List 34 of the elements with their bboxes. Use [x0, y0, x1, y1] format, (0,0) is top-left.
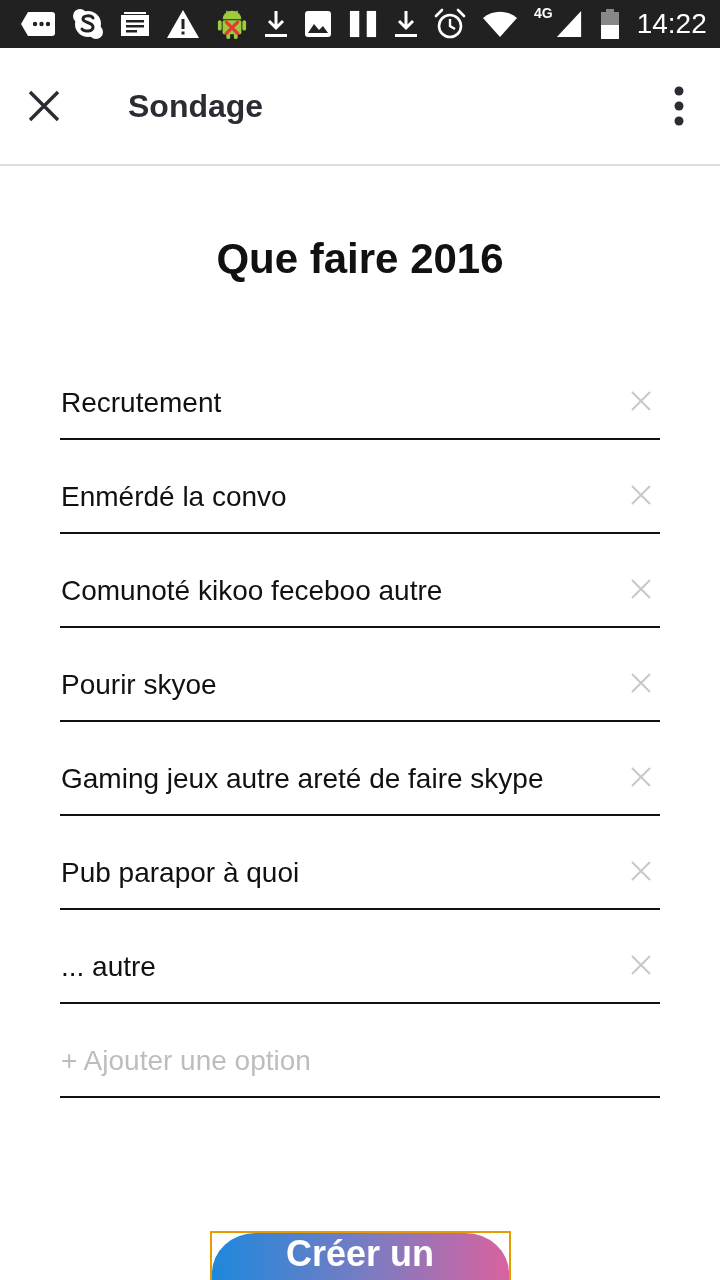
option-field[interactable]: Pourir skyoe: [60, 628, 660, 722]
option-field[interactable]: ... autre: [60, 910, 660, 1004]
download-icon: [394, 9, 418, 39]
clear-icon[interactable]: [631, 861, 651, 881]
option-field[interactable]: Enmérdé la convo: [60, 440, 660, 534]
wifi-icon: [482, 10, 518, 38]
close-icon[interactable]: [28, 90, 60, 122]
clear-icon[interactable]: [631, 391, 651, 411]
clear-icon[interactable]: [631, 579, 651, 599]
more-icon[interactable]: [674, 86, 684, 126]
app-bar-title: Sondage: [128, 87, 264, 125]
message-dots-icon: [20, 10, 56, 38]
status-time: 14:22: [636, 8, 707, 40]
option-field[interactable]: Gaming jeux autre areté de faire skype: [60, 722, 660, 816]
clear-icon[interactable]: [631, 485, 651, 505]
option-field[interactable]: Pub parapor à quoi: [60, 816, 660, 910]
battery-icon: [598, 8, 621, 40]
robot-error-icon: [216, 8, 248, 40]
poll-question: Que faire 2016: [216, 234, 504, 284]
clear-icon[interactable]: [631, 955, 651, 975]
note-icon: [120, 10, 150, 38]
network-type-label: 4G: [534, 5, 553, 21]
clear-icon[interactable]: [631, 673, 651, 693]
option-field[interactable]: Comunoté kikoo feceboo autre: [60, 534, 660, 628]
option-field[interactable]: Recrutement: [60, 346, 660, 440]
circle-logo-icon: [72, 8, 104, 40]
create-button[interactable]: Créer un: [209, 1231, 511, 1280]
alarm-clock-icon: [434, 8, 466, 40]
pause-icon: [348, 10, 378, 38]
download-icon: [264, 9, 288, 39]
image-icon: [304, 10, 332, 38]
signal-icon: [554, 10, 583, 38]
warning-icon: [166, 9, 200, 39]
clear-icon[interactable]: [631, 767, 651, 787]
